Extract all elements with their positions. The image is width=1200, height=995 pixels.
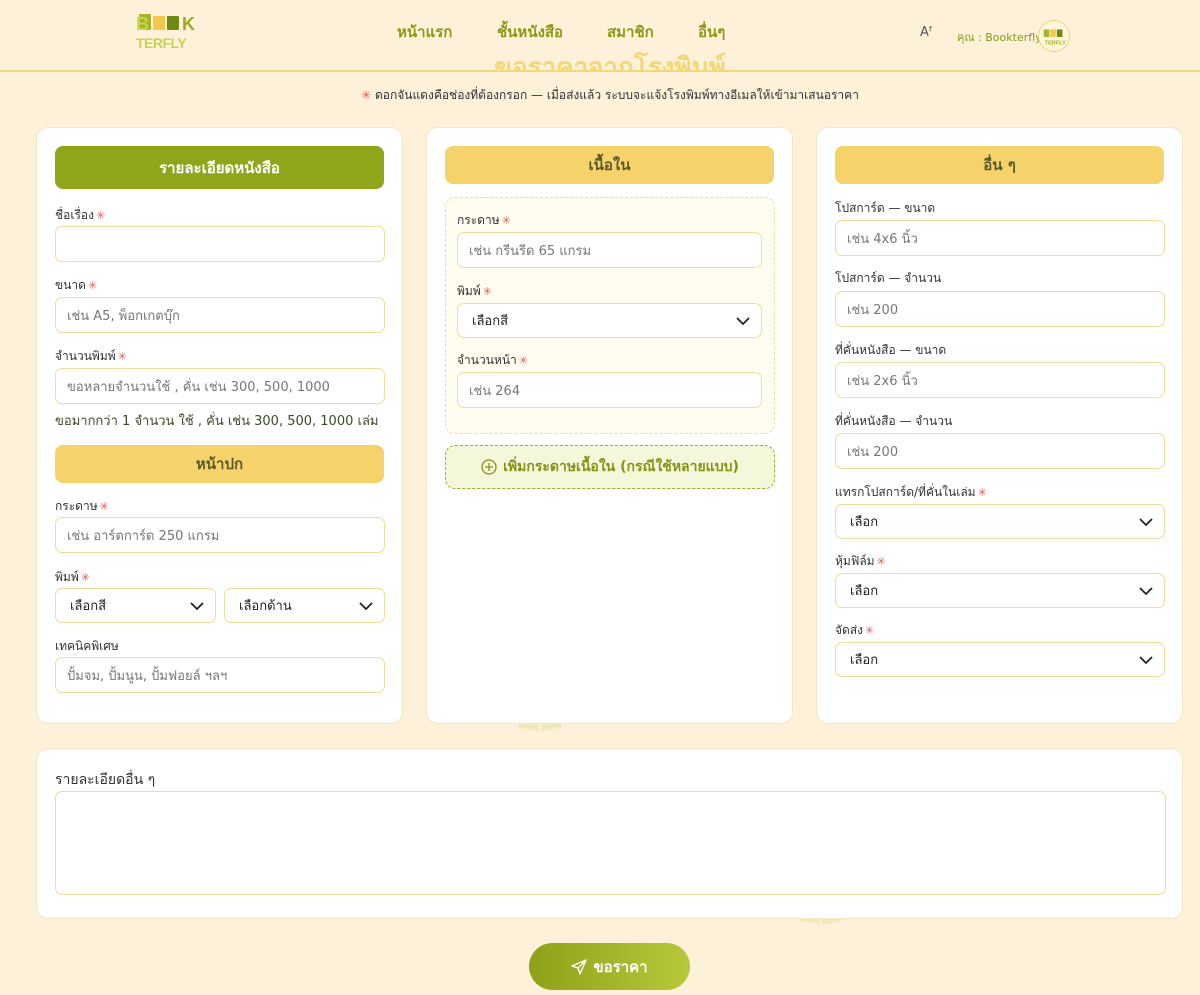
chevron-down-icon <box>1139 656 1153 665</box>
insert-select[interactable]: เลือก <box>835 504 1165 539</box>
special-technique-label: เทคนิคพิเศษ <box>55 639 119 653</box>
font-size-icon[interactable]: Aᶠ <box>920 25 933 40</box>
shipping-select[interactable]: เลือก <box>835 642 1165 677</box>
content-pages-label: จำนวนหน้า ✳ <box>457 353 528 367</box>
postcard-size-input[interactable]: เช่น 4x6 นิ้ว <box>835 220 1165 256</box>
content-print-label: พิมพ์ ✳ <box>457 284 492 298</box>
bookmark-qty-input[interactable]: เช่น 200 <box>835 433 1165 469</box>
bookmark-size-input[interactable]: เช่น 2x6 นิ้ว <box>835 362 1165 398</box>
film-label: หุ้มฟิล์ม ✳ <box>835 554 886 568</box>
content-paper-label: กระดาษ ✳ <box>457 213 511 227</box>
content-pages-input[interactable]: เช่น 264 <box>457 372 762 408</box>
cover-print-side-value: เลือกด้าน <box>239 599 292 614</box>
film-select[interactable]: เลือก <box>835 573 1165 608</box>
content-paper-input[interactable]: เช่น กรีนรีด 65 แกรม <box>457 232 762 268</box>
chevron-down-icon <box>1139 518 1153 527</box>
postcard-size-label: โปสการ์ด — ขนาด <box>835 201 936 215</box>
other-header: อื่น ๆ <box>835 146 1164 184</box>
request-quote-button[interactable]: ขอราคา <box>529 943 690 990</box>
cover-header: หน้าปก <box>55 445 384 483</box>
add-content-paper-button[interactable]: เพิ่มกระดาษเนื้อใน (กรณีใช้หลายแบบ) <box>445 445 775 489</box>
other-details-textarea[interactable] <box>55 791 1166 895</box>
request-quote-label: ขอราคา <box>593 957 648 976</box>
cover-paper-label: กระดาษ ✳ <box>55 499 109 513</box>
chevron-down-icon <box>736 317 750 326</box>
other-details-label: รายละเอียดอื่น ๆ <box>55 772 156 788</box>
add-content-paper-label: เพิ่มกระดาษเนื้อใน (กรณีใช้หลายแบบ) <box>503 459 739 475</box>
other-details-card: รายละเอียดอื่น ๆ <box>36 748 1183 919</box>
cover-print-color-value: เลือกสี <box>70 599 107 614</box>
book-details-card: รายละเอียดหนังสือ ชื่อเรื่อง ✳ ขนาด ✳ เช่น… <box>36 127 403 724</box>
content-print-value: เลือกสี <box>472 314 509 329</box>
content-card: เนื้อใน กระดาษ ✳ เช่น กรีนรีด 65 แกรม พิม… <box>426 127 793 724</box>
bookmark-size-label: ที่คั่นหนังสือ — ขนาด <box>835 343 947 357</box>
film-value: เลือก <box>850 584 879 599</box>
svg-text:K: K <box>182 14 195 34</box>
chevron-down-icon <box>190 602 204 611</box>
size-label: ขนาด ✳ <box>55 278 98 292</box>
book-details-header: รายละเอียดหนังสือ <box>55 146 384 189</box>
chevron-down-icon <box>1139 587 1153 596</box>
subtitle-text: ดอกจันแดงคือช่องที่ต้องกรอก — เมื่อส่งแล… <box>374 88 859 102</box>
nav-more[interactable]: อื่นๆ <box>698 20 725 44</box>
content-print-select[interactable]: เลือกสี <box>457 303 762 338</box>
postcard-qty-label: โปสการ์ด — จำนวน <box>835 271 942 285</box>
shipping-label: จัดส่ง ✳ <box>835 623 875 637</box>
svg-text:B: B <box>136 14 149 34</box>
nav-bookshelf[interactable]: ชั้นหนังสือ <box>497 20 563 44</box>
bookterfly-logo[interactable]: B K TERFLY <box>136 12 202 51</box>
insert-value: เลือก <box>850 515 879 530</box>
required-mark: ✳ <box>361 88 372 102</box>
special-technique-input[interactable]: ปั้มจม, ปั้มนูน, ปั้มฟอยล์ ฯลฯ <box>55 657 385 693</box>
size-input[interactable]: เช่น A5, พ็อกเกตบุ๊ก <box>55 297 385 333</box>
content-paper-group: กระดาษ ✳ เช่น กรีนรีด 65 แกรม พิมพ์ ✳ เลือ… <box>445 197 775 434</box>
nav-home[interactable]: หน้าแรก <box>397 20 452 44</box>
cover-paper-input[interactable]: เช่น อาร์ตการ์ด 250 แกรม <box>55 517 385 553</box>
quantity-input[interactable]: ขอหลายจำนวนใช้ , คั่น เช่น 300, 500, 100… <box>55 368 385 404</box>
content-header: เนื้อใน <box>445 146 774 184</box>
bookmark-qty-label: ที่คั่นหนังสือ — จำนวน <box>835 414 953 428</box>
cover-print-color-select[interactable]: เลือกสี <box>55 588 216 623</box>
send-icon <box>571 958 588 975</box>
insert-label: แทรกโปสการ์ด/ที่คั่นในเล่ม ✳ <box>835 485 987 499</box>
user-label[interactable]: คุณ : Bookterfly <box>957 28 1042 46</box>
quantity-hint: ขอมากกว่า 1 จำนวน ใช้ , คั่น เช่น 300, 5… <box>55 414 379 429</box>
plus-circle-icon <box>481 459 497 475</box>
cover-print-label: พิมพ์ ✳ <box>55 570 90 584</box>
quantity-label: จำนวนพิมพ์ ✳ <box>55 349 127 363</box>
shipping-value: เลือก <box>850 653 879 668</box>
cover-print-side-select[interactable]: เลือกด้าน <box>224 588 385 623</box>
chevron-down-icon <box>359 602 373 611</box>
nav-members[interactable]: สมาชิก <box>607 20 654 44</box>
page-title: ขอราคาจากโรงพิมพ์ <box>494 53 726 72</box>
title-input[interactable] <box>55 226 385 262</box>
other-card: อื่น ๆ โปสการ์ด — ขนาด เช่น 4x6 นิ้ว โปส… <box>816 127 1183 724</box>
postcard-qty-input[interactable]: เช่น 200 <box>835 291 1165 327</box>
page-subtitle: ✳ ดอกจันแดงคือช่องที่ต้องกรอก — เมื่อส่ง… <box>0 86 1200 105</box>
title-label: ชื่อเรื่อง ✳ <box>55 208 106 222</box>
